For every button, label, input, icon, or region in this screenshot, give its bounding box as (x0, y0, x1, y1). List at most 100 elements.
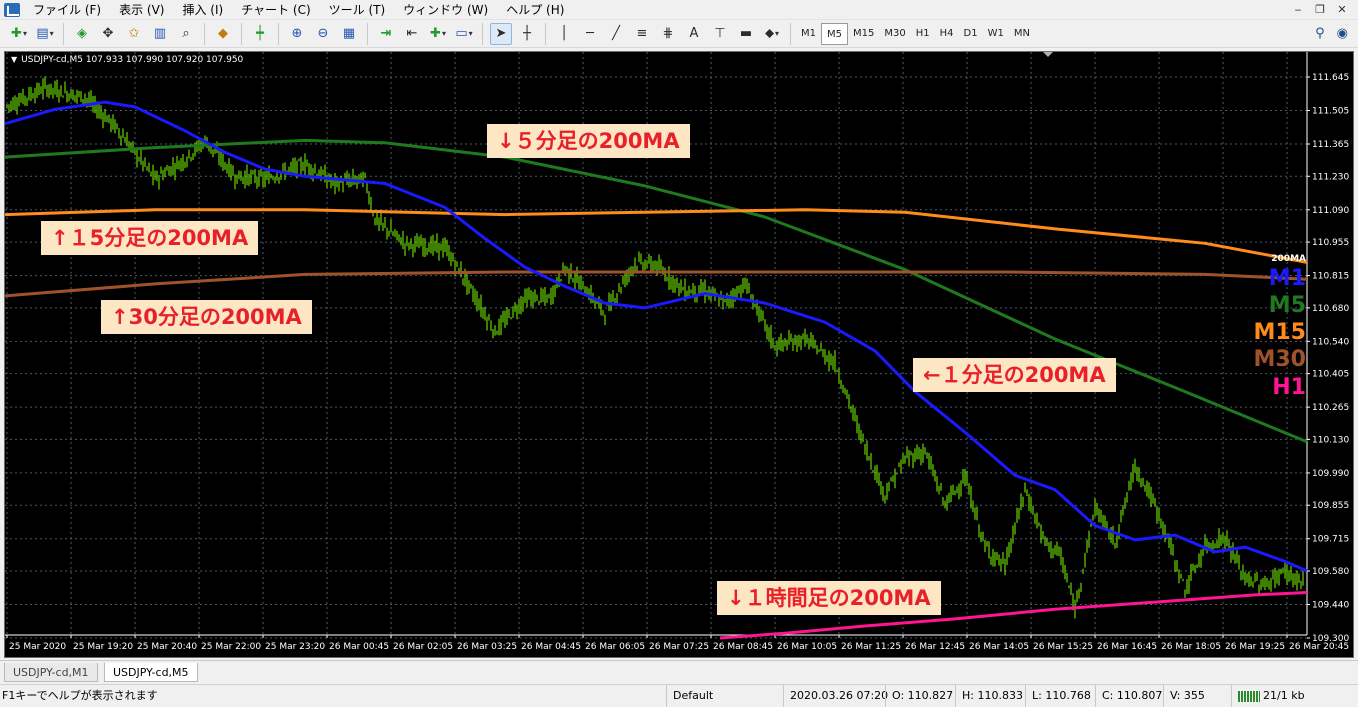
timeframe-h4[interactable]: H4 (935, 23, 959, 45)
time-tick-label: 25 Mar 19:20 (73, 642, 133, 652)
toolbar-divider (63, 22, 64, 45)
menu-tools[interactable]: ツール (T) (320, 0, 395, 20)
timeframe-h1[interactable]: H1 (911, 23, 935, 45)
tab-usdjpy-m5[interactable]: USDJPY-cd,M5 (104, 663, 198, 682)
chart-shift-icon[interactable]: ⇥ (375, 23, 397, 45)
time-tick-label: 26 Mar 07:25 (649, 642, 709, 652)
collapse-arrow-icon[interactable]: ▼ (11, 55, 17, 64)
timeframe-w1[interactable]: W1 (983, 23, 1009, 45)
navigator-icon[interactable]: ✩ (123, 23, 145, 45)
timeframe-m5[interactable]: M5 (821, 22, 848, 45)
tile-windows-icon[interactable]: ▦ (338, 23, 360, 45)
market-watch-icon[interactable]: ◈ (71, 23, 93, 45)
toolbar: ✚ ▤ ◈ ✥ ✩ ▥ ⌕ ◆ ┿ ⊕ ⊖ ▦ ⇥ ⇤ ✚ ▭ ➤ ┼ │ ─ … (0, 20, 1358, 48)
price-tick-label: 111.230 (1312, 172, 1349, 182)
restore-icon[interactable]: ❐ (1312, 3, 1328, 17)
price-chart[interactable]: 111.645 111.505 111.365 111.230 111.090 110.9… (4, 51, 1354, 658)
terminal-icon[interactable]: ▥ (149, 23, 171, 45)
tab-usdjpy-m1[interactable]: USDJPY-cd,M1 (4, 663, 98, 682)
time-tick-label: 26 Mar 02:05 (393, 642, 453, 652)
price-tick-label: 109.990 (1312, 469, 1349, 479)
status-bar: F1キーでヘルプが表示されます Default 2020.03.26 07:20… (0, 684, 1358, 707)
status-low: L: 110.768 (1025, 685, 1095, 707)
price-tick-label: 109.855 (1312, 501, 1349, 511)
auto-scroll-icon[interactable]: ⇤ (401, 23, 423, 45)
price-tick-label: 111.505 (1312, 106, 1349, 116)
time-tick-label: 26 Mar 06:05 (585, 642, 645, 652)
status-datetime: 2020.03.26 07:20 (783, 685, 888, 707)
time-tick-label: 26 Mar 18:05 (1161, 642, 1221, 652)
zoom-out-icon[interactable]: ⊖ (312, 23, 334, 45)
legend-m1: M1 (1268, 266, 1306, 291)
menu-chart[interactable]: チャート (C) (232, 0, 319, 20)
indicators-icon[interactable]: ✚ (427, 23, 449, 45)
new-chart-icon[interactable]: ✚ (8, 23, 30, 45)
toolbar-divider (790, 22, 791, 45)
search-icon[interactable]: ⚲ (1315, 26, 1325, 41)
price-tick-label: 110.405 (1312, 370, 1349, 380)
toolbar-divider (204, 22, 205, 45)
status-close: C: 110.807 (1095, 685, 1163, 707)
time-tick-label: 25 Mar 23:20 (265, 642, 325, 652)
strategy-tester-icon[interactable]: ⌕ (175, 23, 197, 45)
legend-title: 200MA (1271, 254, 1306, 264)
time-tick-label: 25 Mar 20:40 (137, 642, 197, 652)
fibonacci-icon[interactable]: ⋕ (657, 23, 679, 45)
data-window-icon[interactable]: ✥ (97, 23, 119, 45)
connection-bars-icon (1238, 690, 1260, 702)
arrows-icon[interactable]: ⬥ (761, 23, 783, 45)
cursor-icon[interactable]: ➤ (490, 22, 512, 45)
price-tick-label: 109.715 (1312, 535, 1349, 545)
legend-m30: M30 (1253, 347, 1306, 372)
menu-file[interactable]: ファイル (F) (24, 0, 110, 20)
price-tick-label: 110.540 (1312, 337, 1349, 347)
status-open: O: 110.827 (885, 685, 955, 707)
menu-window[interactable]: ウィンドウ (W) (394, 0, 497, 20)
app-icon[interactable] (4, 2, 20, 17)
bar-chart-icon[interactable]: ┿ (249, 23, 271, 45)
price-tick-label: 110.265 (1312, 403, 1349, 413)
price-tick-label: 111.090 (1312, 206, 1349, 216)
shift-marker-icon (1043, 52, 1053, 57)
annotation-h1: ↓１時間足の200MA (717, 581, 941, 615)
rectangle-icon[interactable]: ▬ (735, 23, 757, 45)
templates-icon[interactable]: ▭ (453, 23, 475, 45)
annotation-ma15: ↑１5分足の200MA (41, 221, 259, 255)
profiles-icon[interactable]: ▤ (34, 23, 56, 45)
time-tick-label: 26 Mar 10:05 (777, 642, 837, 652)
price-tick-label: 110.955 (1312, 238, 1349, 248)
channel-icon[interactable]: ≡ (631, 23, 653, 45)
timeframe-d1[interactable]: D1 (959, 23, 983, 45)
timeframe-m15[interactable]: M15 (848, 23, 879, 45)
timeframe-mn[interactable]: MN (1009, 23, 1035, 45)
price-tick-label: 109.580 (1312, 567, 1349, 577)
menu-view[interactable]: 表示 (V) (110, 0, 173, 20)
zoom-in-icon[interactable]: ⊕ (286, 23, 308, 45)
price-tick-label: 110.680 (1312, 304, 1349, 314)
menu-insert[interactable]: 挿入 (I) (173, 0, 232, 20)
price-tick-label: 110.130 (1312, 435, 1349, 445)
legend-m5: M5 (1268, 293, 1306, 318)
status-volume: V: 355 (1163, 685, 1231, 707)
time-tick-label: 26 Mar 08:45 (713, 642, 773, 652)
timeframe-m1[interactable]: M1 (796, 23, 821, 45)
minimize-icon[interactable]: ‒ (1290, 3, 1306, 17)
close-icon[interactable]: ✕ (1334, 3, 1350, 17)
label-icon[interactable]: ⊤ (709, 23, 731, 45)
price-tick-label: 111.365 (1312, 140, 1349, 150)
status-profile: Default (666, 685, 783, 707)
annotation-ma30: ↑30分足の200MA (101, 300, 312, 334)
legend-m15: M15 (1253, 320, 1306, 345)
toolbar-divider (545, 22, 546, 45)
price-tick-label: 111.645 (1312, 73, 1349, 83)
timeframe-m30[interactable]: M30 (879, 23, 910, 45)
crosshair-icon[interactable]: ┼ (516, 23, 538, 45)
chat-icon[interactable]: ◉ (1337, 26, 1348, 41)
trendline-icon[interactable]: ╱ (605, 23, 627, 45)
ma-m1-line (5, 100, 1308, 573)
auto-trading-icon[interactable]: ◆ (212, 23, 234, 45)
vertical-line-icon[interactable]: │ (553, 23, 575, 45)
horizontal-line-icon[interactable]: ─ (579, 23, 601, 45)
text-icon[interactable]: A (683, 23, 705, 45)
menu-help[interactable]: ヘルプ (H) (497, 0, 573, 20)
